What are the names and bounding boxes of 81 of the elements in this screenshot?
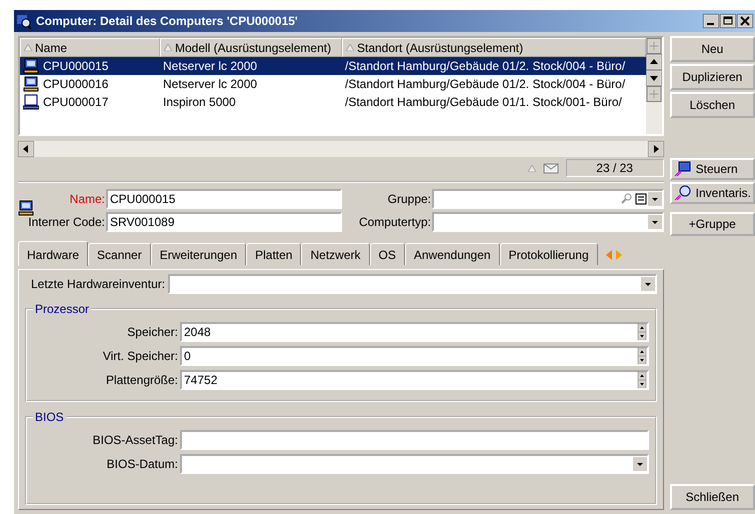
lookup-field[interactable] (432, 189, 664, 209)
action-button[interactable]: Duplizieren (670, 64, 755, 90)
dropdown-field[interactable] (168, 274, 657, 294)
tab[interactable]: Platten (246, 243, 302, 265)
column-header[interactable]: Standort (Ausrüstungselement) (342, 38, 646, 57)
table-cell: Netserver lc 2000 (163, 77, 258, 91)
number-field[interactable]: 74752 (180, 370, 649, 390)
tab[interactable]: Scanner (88, 243, 151, 265)
sort-icon (346, 44, 354, 51)
group-title: Prozessor (34, 302, 90, 316)
tab[interactable]: Protokollierung (500, 243, 598, 265)
computer-icon (23, 58, 39, 74)
magnifier-icon (16, 13, 32, 29)
dropdown-field[interactable] (180, 454, 649, 474)
list-row[interactable]: CPU000016 Netserver lc 2000 /Standort Hamburg/Gebäude 01/2. Stock/004 - Büro/ (20, 75, 646, 93)
spin-up-icon[interactable] (636, 324, 647, 332)
computer-icon (18, 200, 34, 216)
column-header[interactable]: Modell (Ausrüstungselement) (160, 38, 342, 57)
sort-icon (164, 44, 172, 51)
tab[interactable]: Anwendungen (404, 243, 500, 265)
spin-up-icon[interactable] (636, 348, 647, 356)
envelope-icon[interactable] (542, 161, 560, 175)
scroll-right-button[interactable] (648, 141, 664, 157)
number-field[interactable]: 2048 (180, 322, 649, 342)
table-cell: CPU000017 (43, 95, 108, 109)
window-title: Computer: Detail des Computers 'CPU000015' (36, 14, 299, 28)
group-title: BIOS (34, 410, 65, 424)
field-label: Virt. Speicher: (102, 349, 179, 363)
input-field[interactable]: SRV001089 (106, 212, 342, 232)
table-cell: CPU000015 (43, 59, 108, 73)
list-row[interactable]: CPU000017 Inspiron 5000 /Standort Hamburg/Gebäude 01/1. Stock/001- Büro/ (20, 93, 646, 111)
input-field[interactable]: CPU000015 (106, 189, 342, 209)
add-column-button[interactable] (646, 86, 662, 102)
table-cell: /Standort Hamburg/Gebäude 01/2. Stock/004 - Büro/ (345, 77, 626, 91)
spin-up-icon[interactable] (636, 372, 647, 380)
scroll-down-button[interactable] (646, 70, 662, 86)
tab[interactable]: Hardware (18, 241, 88, 266)
maximize-button[interactable] (720, 14, 736, 28)
list-row[interactable]: CPU000015 Netserver lc 2000 /Standort Hamburg/Gebäude 01/2. Stock/004 - Büro/ (20, 57, 646, 75)
form-icon[interactable] (634, 192, 648, 206)
tab[interactable]: Netzwerk (301, 243, 370, 265)
field-label: Speicher: (126, 325, 179, 339)
action-button[interactable]: +Gruppe (670, 212, 755, 236)
input-field[interactable] (180, 430, 649, 450)
table-cell: CPU000016 (43, 77, 108, 91)
number-field[interactable]: 0 (180, 346, 649, 366)
table-cell: /Standort Hamburg/Gebäude 01/1. Stock/001- Büro/ (345, 95, 622, 109)
action-button[interactable]: Steuern (670, 158, 755, 180)
action-button[interactable]: Löschen (670, 92, 755, 118)
field-label: Gruppe: (386, 192, 432, 206)
tab[interactable]: OS (370, 243, 405, 265)
dropdown-field[interactable] (432, 212, 664, 232)
field-label: Plattengröße: (104, 373, 179, 387)
action-button[interactable]: Neu (670, 36, 755, 62)
laptop-icon (23, 94, 39, 110)
close-button[interactable]: Schließen (670, 484, 755, 510)
table-cell: /Standort Hamburg/Gebäude 01/2. Stock/004 - Büro/ (345, 59, 626, 73)
table-cell: Inspiron 5000 (163, 95, 236, 109)
action-button[interactable]: Inventaris. (670, 182, 755, 204)
spin-down-icon[interactable] (636, 332, 647, 340)
field-label: Interner Code: (27, 215, 106, 229)
scroll-up-button[interactable] (646, 54, 662, 70)
field-label: Name: (68, 192, 106, 206)
remote-control-icon (674, 161, 692, 177)
spin-down-icon[interactable] (636, 356, 647, 364)
table-cell: Netserver lc 2000 (163, 59, 258, 73)
computer-icon (23, 76, 39, 92)
record-counter: 23 / 23 (566, 159, 664, 177)
field-label: BIOS-AssetTag: (92, 433, 179, 447)
magnifier-icon (674, 185, 692, 201)
field-label: BIOS-Datum: (106, 457, 179, 471)
field-label: Computertyp: (358, 215, 432, 229)
column-header[interactable]: Name (20, 38, 160, 57)
spin-down-icon[interactable] (636, 380, 647, 388)
field-label: Letzte Hardwareinventur: (31, 277, 166, 291)
sort-icon (528, 164, 536, 172)
close-button[interactable] (737, 14, 753, 28)
scroll-left-button[interactable] (18, 141, 34, 157)
tab[interactable]: Erweiterungen (150, 243, 246, 265)
minimize-button[interactable] (703, 14, 719, 28)
sort-icon (24, 44, 32, 51)
